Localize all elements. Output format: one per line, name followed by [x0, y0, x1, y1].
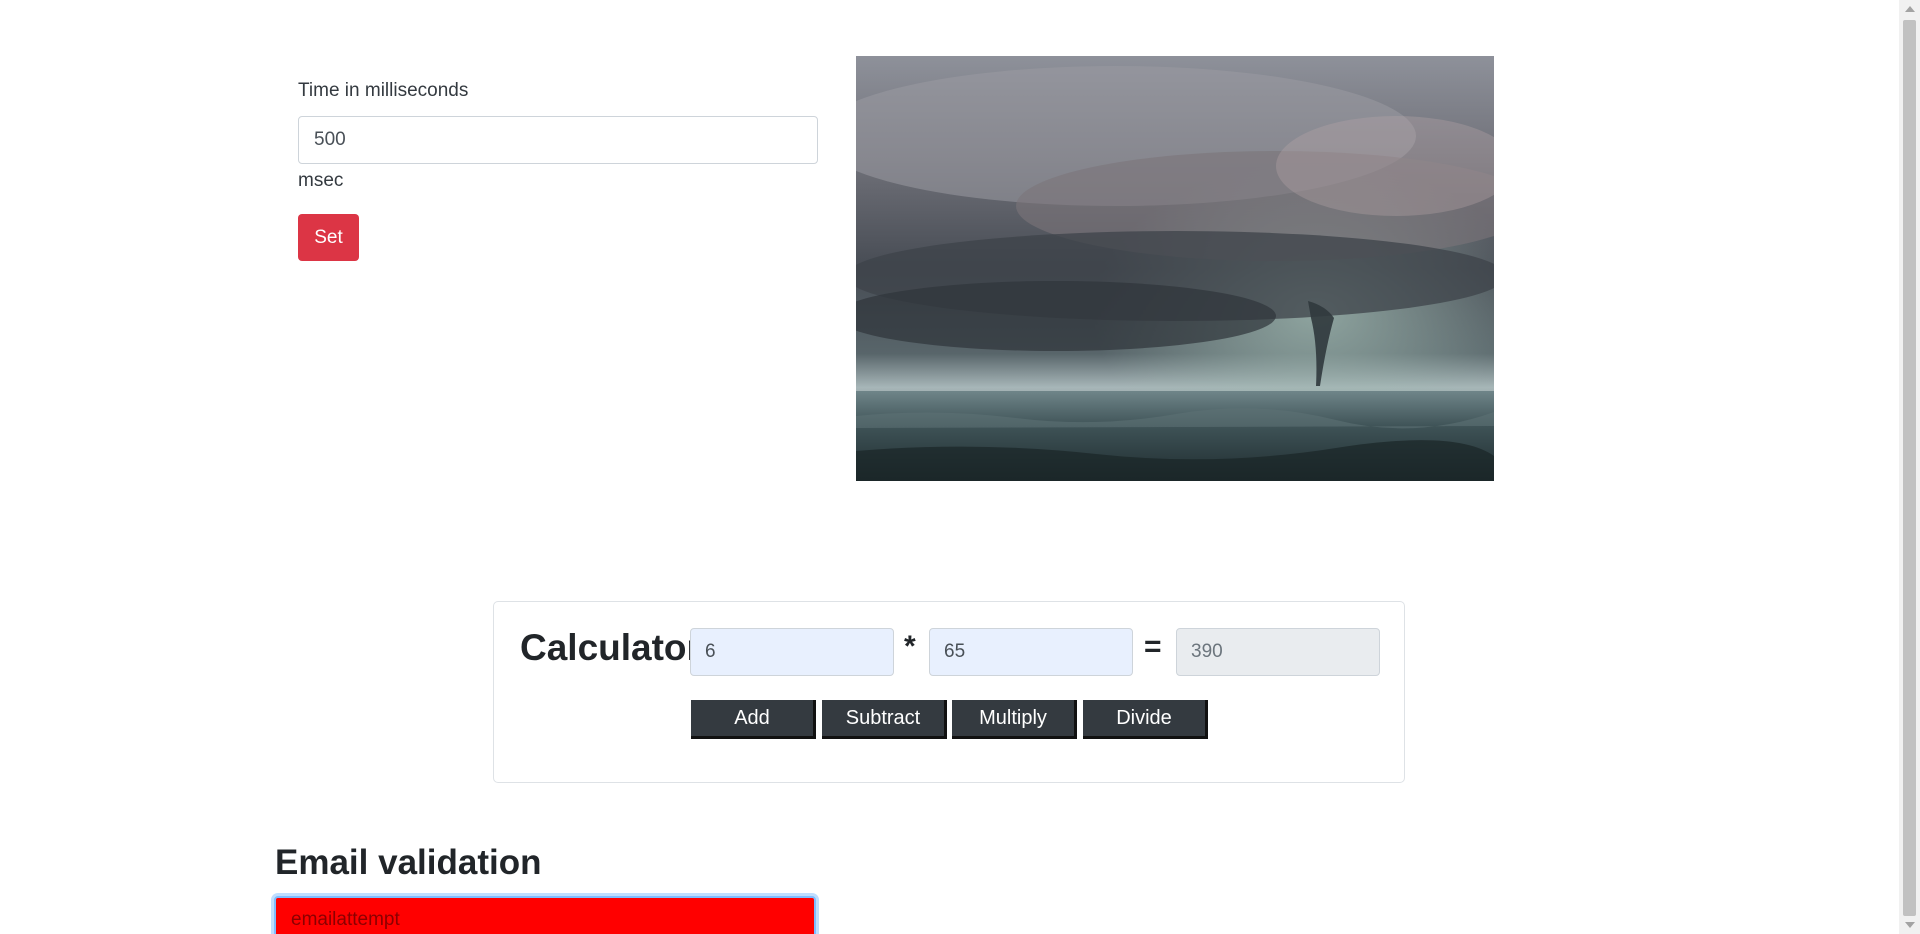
- email-input[interactable]: [274, 896, 816, 934]
- vertical-scrollbar[interactable]: [1899, 0, 1920, 934]
- operator-symbol: *: [904, 630, 916, 663]
- scroll-thumb[interactable]: [1903, 20, 1916, 916]
- result-field: [1176, 628, 1380, 676]
- unit-label: msec: [298, 170, 344, 191]
- set-button[interactable]: Set: [298, 214, 359, 261]
- calculator-card: Calculator * = Add Subtract Multiply Div…: [493, 601, 1405, 783]
- add-button[interactable]: Add: [691, 700, 816, 739]
- tornado-picture: [856, 56, 1494, 481]
- scroll-up-arrow-icon[interactable]: [1905, 6, 1915, 12]
- multiply-button[interactable]: Multiply: [952, 700, 1077, 739]
- time-input[interactable]: [298, 116, 818, 164]
- email-validation-heading: Email validation: [275, 843, 542, 882]
- tornado-image: [856, 56, 1494, 481]
- operand-b-input[interactable]: [929, 628, 1133, 676]
- subtract-button[interactable]: Subtract: [822, 700, 947, 739]
- equals-symbol: =: [1144, 630, 1162, 663]
- divide-button[interactable]: Divide: [1083, 700, 1208, 739]
- operand-a-input[interactable]: [690, 628, 894, 676]
- page: Time in milliseconds msec Set: [0, 0, 1920, 934]
- time-label: Time in milliseconds: [298, 80, 469, 101]
- calculator-title: Calculator: [520, 627, 701, 668]
- scroll-down-arrow-icon[interactable]: [1905, 922, 1915, 928]
